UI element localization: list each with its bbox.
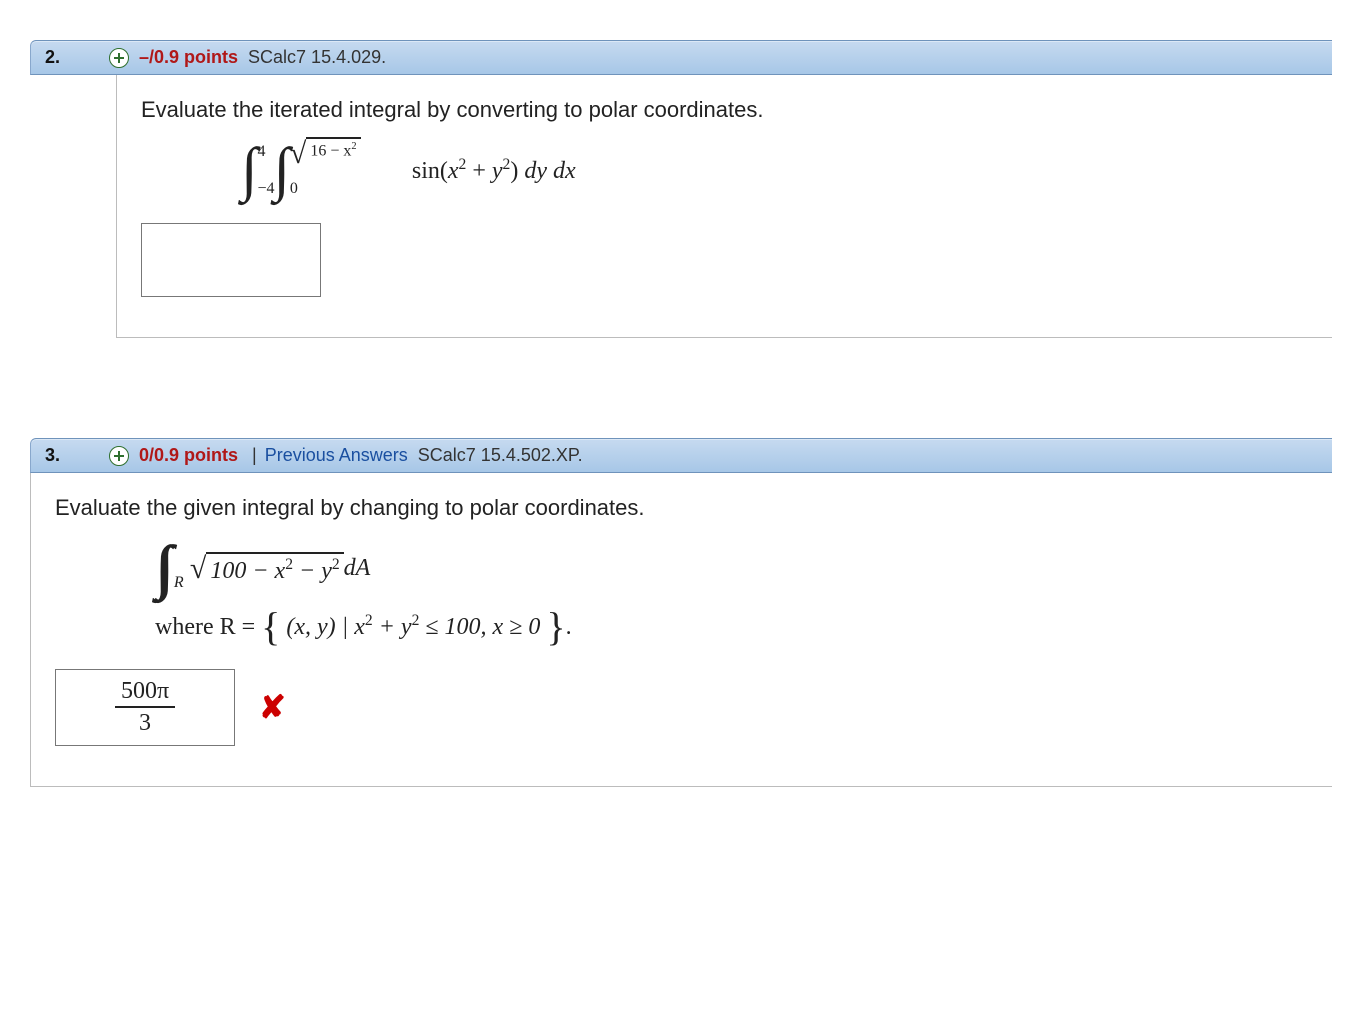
reference-code: SCalc7 15.4.029. xyxy=(248,47,386,68)
sqrt-expression: √ 100 − x2 − y2 xyxy=(190,552,344,584)
separator: | xyxy=(252,445,257,466)
integrand: sin(x2 + y2) dy dx xyxy=(412,156,576,184)
question-header: 2. –/0.9 points SCalc7 15.4.029. xyxy=(30,40,1332,75)
question-body: Evaluate the iterated integral by conver… xyxy=(116,75,1332,338)
answer-fraction: 500π 3 xyxy=(115,678,175,737)
plus-icon[interactable] xyxy=(109,48,129,68)
answer-input[interactable] xyxy=(141,223,321,297)
question-body: Evaluate the given integral by changing … xyxy=(30,473,1332,786)
inner-upper-limit: √ 16 − x2 xyxy=(290,137,361,167)
question-number: 2. xyxy=(45,47,109,68)
reference-code: SCalc7 15.4.502.XP. xyxy=(418,445,583,466)
points-label: 0/0.9 points xyxy=(139,445,238,466)
integral-expression: ∫∫ R √ 100 − x2 − y2 dA xyxy=(155,543,370,593)
question-3: 3. 0/0.9 points | Previous Answers SCalc… xyxy=(30,438,1332,786)
outer-lower-limit: −4 xyxy=(257,180,274,198)
question-number: 3. xyxy=(45,445,109,466)
region-definition: where R = { (x, y) | x2 + y2 ≤ 100, x ≥ … xyxy=(155,612,1308,641)
outer-upper-limit: 4 xyxy=(257,143,265,161)
region-subscript: R xyxy=(174,574,184,592)
question-prompt: Evaluate the iterated integral by conver… xyxy=(141,97,1308,123)
differential: dA xyxy=(344,555,371,581)
inner-lower-limit: 0 xyxy=(290,180,298,198)
integral-expression: ∫ 4 −4 ∫ √ 16 − x2 0 xyxy=(241,145,576,195)
previous-answers-link[interactable]: Previous Answers xyxy=(265,445,408,466)
question-2: 2. –/0.9 points SCalc7 15.4.029. Evaluat… xyxy=(30,40,1332,338)
question-header: 3. 0/0.9 points | Previous Answers SCalc… xyxy=(30,438,1332,473)
points-label: –/0.9 points xyxy=(139,47,238,68)
question-prompt: Evaluate the given integral by changing … xyxy=(55,495,1308,521)
answer-input[interactable]: 500π 3 xyxy=(55,669,235,746)
incorrect-icon: ✘ xyxy=(259,688,286,726)
plus-icon[interactable] xyxy=(109,446,129,466)
